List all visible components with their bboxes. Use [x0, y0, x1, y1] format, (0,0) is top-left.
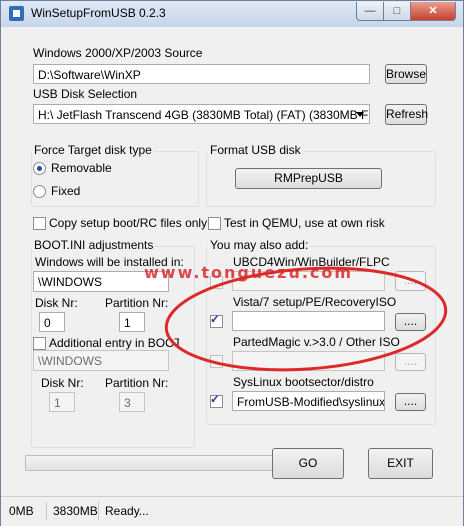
app-window: WinSetupFromUSB 0.2.3 — □ ✕ Windows 2000… [0, 0, 464, 526]
red-circle-annotation [164, 266, 448, 372]
annotation-ellipse [164, 266, 448, 372]
